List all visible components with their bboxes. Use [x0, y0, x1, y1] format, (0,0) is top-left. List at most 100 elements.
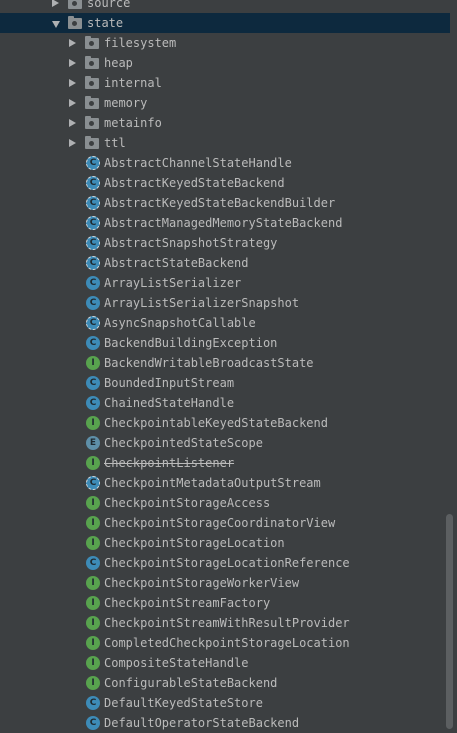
tree-package-row[interactable]: state — [0, 13, 450, 33]
tree-package-row[interactable]: ttl — [0, 133, 450, 153]
tree-class-row[interactable]: I CheckpointStorageAccess — [0, 493, 450, 513]
package-icon — [68, 16, 82, 29]
tree-class-row[interactable]: C BackendBuildingException — [0, 333, 450, 353]
class-icon: C — [86, 696, 100, 710]
class-icon: C — [86, 396, 100, 410]
class-icon: C — [86, 296, 100, 310]
interface-icon: I — [86, 516, 100, 530]
tree-package-row[interactable]: metainfo — [0, 113, 450, 133]
tree-class-row[interactable]: I CompositeStateHandle — [0, 653, 450, 673]
class-icon: C — [86, 276, 100, 290]
tree-item-label: DefaultOperatorStateBackend — [104, 716, 300, 730]
tree-class-row[interactable]: I BackendWritableBroadcastState — [0, 353, 450, 373]
tree-item-label: AsyncSnapshotCallable — [104, 316, 256, 330]
abstract-icon: C — [86, 236, 100, 250]
tree-item-label: metainfo — [104, 116, 162, 130]
tree-class-row[interactable]: I CheckpointStorageWorkerView — [0, 573, 450, 593]
tree-package-row[interactable]: internal — [0, 73, 450, 93]
tree-item-label: CompletedCheckpointStorageLocation — [104, 636, 350, 650]
tree-package-row[interactable]: source — [0, 0, 450, 13]
tree-class-row[interactable]: C AbstractKeyedStateBackendBuilder — [0, 193, 450, 213]
interface-icon: I — [86, 656, 100, 670]
tree-item-label: BoundedInputStream — [104, 376, 235, 390]
class-icon: C — [86, 376, 100, 390]
abstract-icon: C — [86, 316, 100, 330]
interface-icon: I — [86, 676, 100, 690]
tree-item-label: CheckpointableKeyedStateBackend — [104, 416, 328, 430]
chevron-down-icon[interactable] — [52, 21, 60, 28]
chevron-right-icon[interactable] — [52, 0, 59, 7]
tree-class-row[interactable]: C AsyncSnapshotCallable — [0, 313, 450, 333]
tree-item-label: filesystem — [104, 36, 177, 50]
chevron-right-icon[interactable] — [69, 99, 76, 107]
tree-class-row[interactable]: C CheckpointMetadataOutputStream — [0, 473, 450, 493]
vertical-scrollbar[interactable] — [446, 514, 453, 729]
abstract-icon: C — [86, 156, 100, 170]
package-icon — [85, 116, 99, 129]
tree-class-row[interactable]: I CheckpointStorageCoordinatorView — [0, 513, 450, 533]
tree-item-label: CheckpointStreamFactory — [104, 596, 271, 610]
tree-class-row[interactable]: I CheckpointStorageLocation — [0, 533, 450, 553]
project-tree[interactable]: source state filesystem heap internal memory m… — [0, 0, 450, 733]
tree-item-label: BackendBuildingException — [104, 336, 278, 350]
tree-item-label: CheckpointMetadataOutputStream — [104, 476, 321, 490]
tree-item-label: AbstractSnapshotStrategy — [104, 236, 278, 250]
interface-icon: I — [86, 496, 100, 510]
abstract-icon: C — [86, 216, 100, 230]
chevron-right-icon[interactable] — [69, 79, 76, 87]
package-icon — [68, 0, 82, 9]
tree-item-label: AbstractKeyedStateBackend — [104, 176, 285, 190]
tree-class-row[interactable]: I CompletedCheckpointStorageLocation — [0, 633, 450, 653]
interface-icon: I — [86, 536, 100, 550]
tree-class-row[interactable]: C ArrayListSerializerSnapshot — [0, 293, 450, 313]
abstract-icon: C — [86, 196, 100, 210]
tree-item-label: CheckpointListener — [104, 456, 235, 470]
chevron-right-icon[interactable] — [69, 39, 76, 47]
tree-class-row[interactable]: C AbstractManagedMemoryStateBackend — [0, 213, 450, 233]
chevron-right-icon[interactable] — [69, 139, 76, 147]
class-icon: C — [86, 556, 100, 570]
tree-class-row[interactable]: I CheckpointStreamFactory — [0, 593, 450, 613]
tree-item-label: source — [87, 0, 131, 10]
tree-class-row[interactable]: C BoundedInputStream — [0, 373, 450, 393]
tree-package-row[interactable]: heap — [0, 53, 450, 73]
tree-class-row[interactable]: C CheckpointStorageLocationReference — [0, 553, 450, 573]
interface-icon: I — [86, 636, 100, 650]
tree-item-label: internal — [104, 76, 162, 90]
tree-item-label: ConfigurableStateBackend — [104, 676, 278, 690]
tree-item-label: heap — [104, 56, 133, 70]
tree-package-row[interactable]: filesystem — [0, 33, 450, 53]
chevron-right-icon[interactable] — [69, 59, 76, 67]
tree-package-row[interactable]: memory — [0, 93, 450, 113]
tree-class-row[interactable]: I CheckpointStreamWithResultProvider — [0, 613, 450, 633]
abstract-icon: C — [86, 256, 100, 270]
tree-class-row[interactable]: C AbstractStateBackend — [0, 253, 450, 273]
tree-class-row[interactable]: C DefaultOperatorStateBackend — [0, 713, 450, 733]
tree-class-row[interactable]: C AbstractSnapshotStrategy — [0, 233, 450, 253]
tree-class-row[interactable]: C AbstractChannelStateHandle — [0, 153, 450, 173]
tree-item-label: CheckpointedStateScope — [104, 436, 263, 450]
tree-class-row[interactable]: I ConfigurableStateBackend — [0, 673, 450, 693]
package-icon — [85, 76, 99, 89]
tree-class-row[interactable]: I CheckpointListener — [0, 453, 450, 473]
tree-item-label: CheckpointStorageAccess — [104, 496, 271, 510]
interface-icon: I — [86, 616, 100, 630]
enum-icon: E — [86, 436, 100, 450]
tree-class-row[interactable]: E CheckpointedStateScope — [0, 433, 450, 453]
tree-class-row[interactable]: C AbstractKeyedStateBackend — [0, 173, 450, 193]
tree-item-label: AbstractStateBackend — [104, 256, 249, 270]
abstract-icon: C — [86, 476, 100, 490]
tree-item-label: CheckpointStreamWithResultProvider — [104, 616, 350, 630]
tree-item-label: ttl — [104, 136, 126, 150]
tree-class-row[interactable]: C ChainedStateHandle — [0, 393, 450, 413]
package-icon — [85, 56, 99, 69]
tree-class-row[interactable]: C DefaultKeyedStateStore — [0, 693, 450, 713]
chevron-right-icon[interactable] — [69, 119, 76, 127]
abstract-icon: C — [86, 176, 100, 190]
package-icon — [85, 136, 99, 149]
tree-item-label: ChainedStateHandle — [104, 396, 235, 410]
class-icon: C — [86, 336, 100, 350]
tree-class-row[interactable]: C ArrayListSerializer — [0, 273, 450, 293]
tree-class-row[interactable]: I CheckpointableKeyedStateBackend — [0, 413, 450, 433]
interface-icon: I — [86, 416, 100, 430]
